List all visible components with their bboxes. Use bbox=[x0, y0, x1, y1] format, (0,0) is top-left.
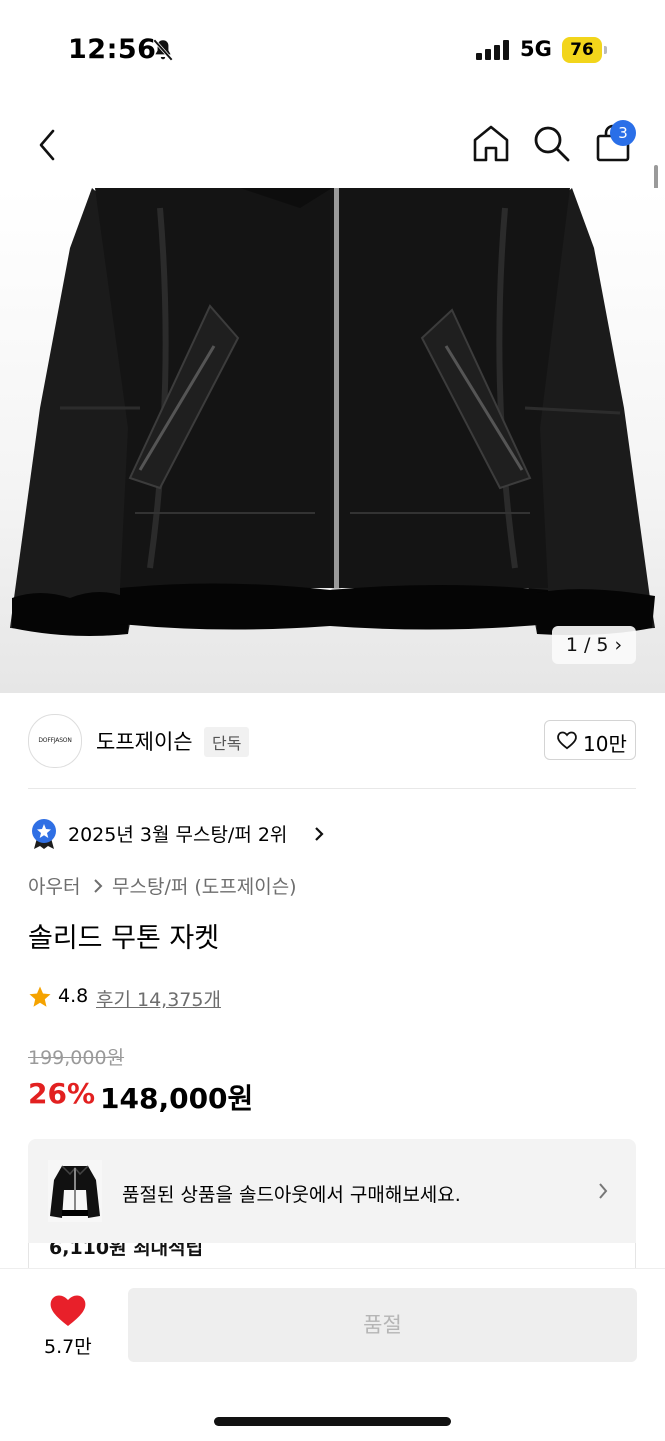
product-image[interactable] bbox=[0, 188, 665, 693]
battery-icon: 76 bbox=[562, 37, 608, 63]
banner-product-thumbnail bbox=[48, 1160, 102, 1222]
bell-muted-icon bbox=[153, 39, 173, 61]
brand-name[interactable]: 도프제이슨 bbox=[96, 726, 193, 756]
search-icon[interactable] bbox=[530, 122, 572, 164]
reward-section: 6,110원 최대적립 bbox=[28, 1243, 636, 1269]
category-link-outer[interactable]: 아우터 bbox=[28, 872, 80, 899]
exclusive-badge: 단독 bbox=[204, 727, 250, 757]
signal-icon bbox=[476, 40, 509, 60]
soldout-banner-text: 품절된 상품을 솔드아웃에서 구매해보세요. bbox=[122, 1184, 461, 1206]
chevron-right-icon[interactable] bbox=[312, 824, 326, 844]
discount-rate: 26% bbox=[28, 1077, 96, 1110]
divider bbox=[28, 788, 636, 789]
heart-filled-icon[interactable] bbox=[48, 1292, 88, 1328]
image-counter[interactable]: 1 / 5 › bbox=[552, 626, 636, 664]
product-title: 솔리드 무톤 자켓 bbox=[28, 923, 220, 954]
home-indicator[interactable] bbox=[214, 1417, 451, 1426]
soldout-button[interactable]: 품절 bbox=[128, 1288, 637, 1362]
battery-level: 76 bbox=[570, 40, 594, 60]
brand-like-count: 10만 bbox=[583, 732, 627, 756]
status-time: 12:56 bbox=[68, 34, 157, 65]
original-price: 199,000원 bbox=[28, 1047, 125, 1069]
ranking-badge-icon bbox=[32, 819, 56, 849]
home-icon[interactable] bbox=[470, 122, 512, 164]
brand-logo[interactable]: DOFFJASON bbox=[28, 714, 82, 768]
network-label: 5G bbox=[520, 37, 552, 61]
category-link-mustang[interactable]: 무스탕/퍼 (도프제이슨) bbox=[112, 872, 297, 899]
brand-like-button[interactable]: 10만 bbox=[544, 720, 636, 760]
chevron-right-icon bbox=[94, 879, 103, 893]
rating-value: 4.8 bbox=[58, 985, 89, 1007]
back-icon[interactable] bbox=[28, 124, 68, 166]
heart-outline-icon bbox=[557, 731, 577, 750]
image-counter-text: 1 / 5 bbox=[565, 634, 609, 656]
wish-count: 5.7만 bbox=[44, 1336, 92, 1358]
chevron-right-icon bbox=[599, 1183, 608, 1199]
sale-price: 148,000원 bbox=[100, 1082, 254, 1115]
review-count-link[interactable]: 후기 14,375개 bbox=[96, 985, 221, 1012]
star-icon bbox=[29, 986, 51, 1007]
ranking-text[interactable]: 2025년 3월 무스탕/퍼 2위 bbox=[68, 820, 287, 847]
cart-count-badge: 3 bbox=[610, 120, 636, 146]
chevron-right-icon: › bbox=[614, 634, 623, 656]
jacket-image bbox=[10, 188, 655, 636]
max-reward-text: 6,110원 최대적립 bbox=[49, 1243, 204, 1259]
